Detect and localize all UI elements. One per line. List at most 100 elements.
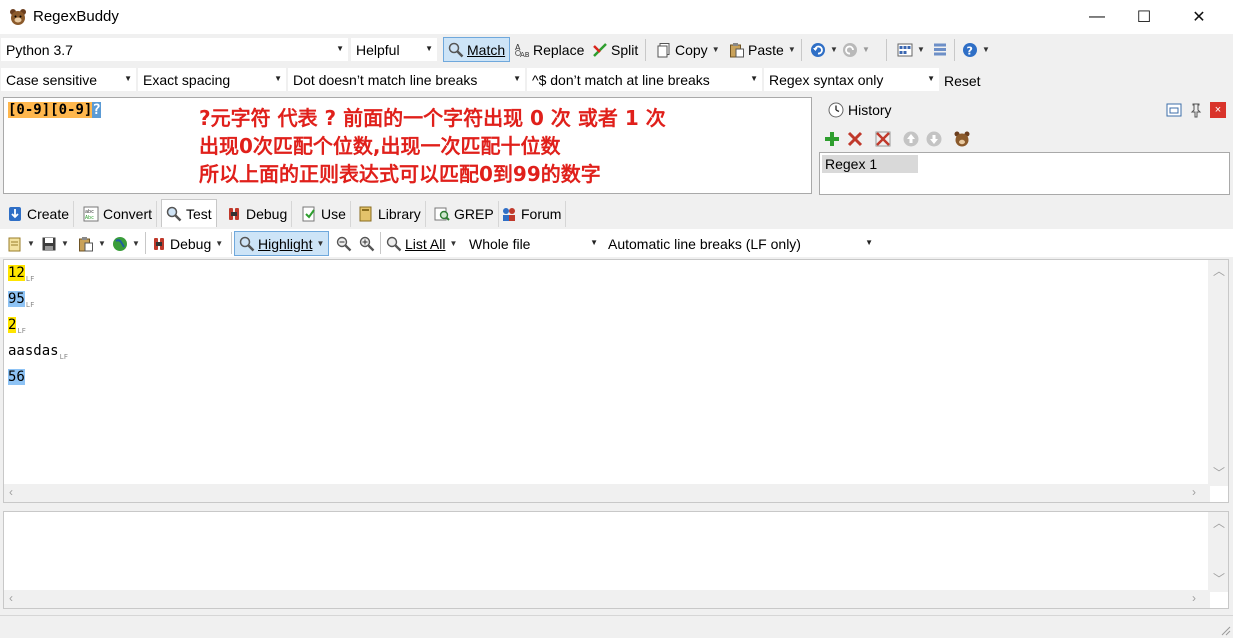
split-button[interactable]: Split bbox=[588, 37, 642, 62]
test-line: 12LF bbox=[8, 263, 68, 289]
add-icon[interactable] bbox=[823, 130, 841, 148]
close-button[interactable]: ✕ bbox=[1176, 0, 1222, 34]
paste-button[interactable]: Paste ▼ bbox=[725, 37, 800, 62]
history-panel: History × Regex 1 bbox=[818, 97, 1230, 195]
window-title: RegexBuddy bbox=[33, 8, 119, 25]
tab-convert[interactable]: abc Abc Convert bbox=[79, 201, 158, 227]
split-icon bbox=[593, 42, 607, 57]
line-feed-marker-icon: LF bbox=[17, 326, 26, 335]
test-text: 12LF 95LF 2LF aasdasLF 56 bbox=[8, 263, 68, 388]
open-file-button[interactable]: ▼ bbox=[3, 231, 39, 256]
save-button[interactable]: ▼ bbox=[37, 231, 73, 256]
forum-icon bbox=[503, 208, 515, 221]
pin-icon[interactable] bbox=[1188, 102, 1204, 118]
anchors-select[interactable]: ^$ don’t match at line breaks ▼ bbox=[527, 68, 762, 91]
layout-button[interactable]: ▼ bbox=[893, 37, 929, 62]
tab-create[interactable]: Create bbox=[3, 201, 75, 227]
replace-button[interactable]: A AB Replace bbox=[510, 37, 588, 62]
line-feed-marker-icon: LF bbox=[25, 274, 35, 283]
dot-select[interactable]: Dot doesn’t match line breaks ▼ bbox=[288, 68, 525, 91]
helpful-select[interactable]: Helpful ▼ bbox=[351, 38, 437, 61]
syntax-select[interactable]: Regex syntax only ▼ bbox=[764, 68, 939, 91]
list-all-button[interactable]: List All ▼ bbox=[382, 231, 461, 256]
tab-debug[interactable]: Debug bbox=[222, 201, 293, 227]
toolbar-separator bbox=[145, 232, 146, 254]
case-select[interactable]: Case sensitive ▼ bbox=[1, 68, 136, 91]
reset-button[interactable]: Reset bbox=[940, 68, 985, 93]
vertical-scrollbar[interactable]: ︿ ﹀ bbox=[1208, 260, 1228, 486]
resize-grip-icon[interactable] bbox=[1219, 624, 1231, 636]
library-icon bbox=[359, 206, 372, 222]
move-down-icon[interactable] bbox=[925, 130, 943, 148]
highlight-button[interactable]: Highlight ▼ bbox=[234, 231, 330, 256]
match-button[interactable]: Match bbox=[443, 37, 511, 62]
web-button[interactable]: ▼ bbox=[108, 231, 144, 256]
move-up-icon[interactable] bbox=[902, 130, 920, 148]
chevron-left-icon[interactable]: ‹ bbox=[9, 485, 13, 499]
svg-text:?: ? bbox=[967, 44, 973, 57]
chevron-down-icon: ▼ bbox=[132, 239, 140, 248]
maximize-button[interactable]: ☐ bbox=[1121, 0, 1167, 34]
flavor-select[interactable]: Python 3.7 ▼ bbox=[1, 38, 348, 61]
horizontal-scrollbar[interactable]: ‹ › bbox=[4, 590, 1210, 608]
tab-grep[interactable]: GREP bbox=[430, 201, 499, 227]
grep-icon bbox=[434, 207, 450, 221]
magnifier-icon bbox=[239, 236, 255, 251]
chevron-right-icon[interactable]: › bbox=[1192, 485, 1196, 499]
chevron-right-icon[interactable]: › bbox=[1192, 591, 1196, 605]
chevron-down-icon: ▼ bbox=[982, 45, 990, 54]
history-item[interactable]: Regex 1 bbox=[822, 155, 918, 173]
annotation-line: ?元字符 代表 ? 前面的一个字符出现 0 次 或者 1 次 bbox=[199, 106, 666, 130]
paste-icon bbox=[79, 236, 93, 251]
chevron-down-icon: ▼ bbox=[865, 238, 873, 247]
chevron-down-icon: ▼ bbox=[449, 239, 458, 248]
test-line: 95LF bbox=[8, 289, 68, 315]
open-file-icon bbox=[8, 237, 21, 251]
tab-test[interactable]: Test bbox=[161, 199, 217, 227]
undo-button[interactable]: ▼ bbox=[806, 37, 842, 62]
tab-label: Use bbox=[321, 206, 346, 222]
line-break-select[interactable]: Automatic line breaks (LF only) ▼ bbox=[603, 232, 877, 255]
undock-icon[interactable] bbox=[1166, 102, 1182, 118]
tab-forum[interactable]: Forum bbox=[497, 201, 567, 227]
toolbar-separator bbox=[886, 39, 887, 61]
redo-icon bbox=[843, 42, 857, 57]
spacing-select[interactable]: Exact spacing ▼ bbox=[138, 68, 286, 91]
test-subject-editor[interactable]: 12LF 95LF 2LF aasdasLF 56 ︿ ﹀ ‹ › bbox=[3, 259, 1229, 503]
chevron-down-icon[interactable]: ﹀ bbox=[1213, 464, 1225, 481]
scope-select[interactable]: Whole file ▼ bbox=[464, 232, 602, 255]
help-button[interactable]: ? ▼ bbox=[958, 37, 994, 62]
horizontal-scrollbar[interactable]: ‹ › bbox=[4, 484, 1210, 502]
vertical-scrollbar[interactable]: ︿ ﹀ bbox=[1208, 512, 1228, 592]
previous-match-button[interactable] bbox=[332, 231, 356, 256]
regex-char-class: [0-9] bbox=[8, 102, 51, 118]
delete-all-icon[interactable] bbox=[874, 130, 892, 148]
regex-editor[interactable]: [0-9][0-9]? ?元字符 代表 ? 前面的一个字符出现 0 次 或者 1… bbox=[3, 97, 812, 194]
copy-button[interactable]: Copy ▼ bbox=[652, 37, 724, 62]
test-line: 56 bbox=[8, 367, 68, 387]
next-match-button[interactable] bbox=[355, 231, 379, 256]
debug-test-button[interactable]: Debug ▼ bbox=[147, 231, 227, 256]
create-icon bbox=[9, 207, 21, 221]
chevron-up-icon[interactable]: ︿ bbox=[1213, 514, 1225, 531]
redo-button[interactable]: ▼ bbox=[838, 37, 874, 62]
panels-icon bbox=[934, 43, 946, 55]
results-panel[interactable]: ︿ ﹀ ‹ › bbox=[3, 511, 1229, 609]
paste-test-button[interactable]: ▼ bbox=[74, 231, 110, 256]
regex-char-class: [0-9] bbox=[50, 102, 93, 118]
chevron-down-icon[interactable]: ﹀ bbox=[1213, 570, 1225, 587]
panels-button[interactable] bbox=[928, 37, 952, 62]
buddy-icon[interactable] bbox=[953, 130, 971, 148]
tab-use[interactable]: Use bbox=[297, 201, 351, 227]
toolbar-separator bbox=[380, 232, 381, 254]
chevron-down-icon: ▼ bbox=[513, 74, 521, 83]
chevron-left-icon[interactable]: ‹ bbox=[9, 591, 13, 605]
paste-label: Paste bbox=[748, 41, 784, 58]
chevron-up-icon[interactable]: ︿ bbox=[1213, 262, 1225, 279]
tab-library[interactable]: Library bbox=[354, 201, 426, 227]
delete-icon[interactable] bbox=[846, 130, 864, 148]
minimize-button[interactable]: — bbox=[1074, 0, 1120, 34]
close-panel-icon[interactable]: × bbox=[1210, 102, 1226, 118]
annotation-line: 出现0次匹配个位数,出现一次匹配十位数 bbox=[199, 134, 561, 158]
chevron-down-icon: ▼ bbox=[927, 74, 935, 83]
